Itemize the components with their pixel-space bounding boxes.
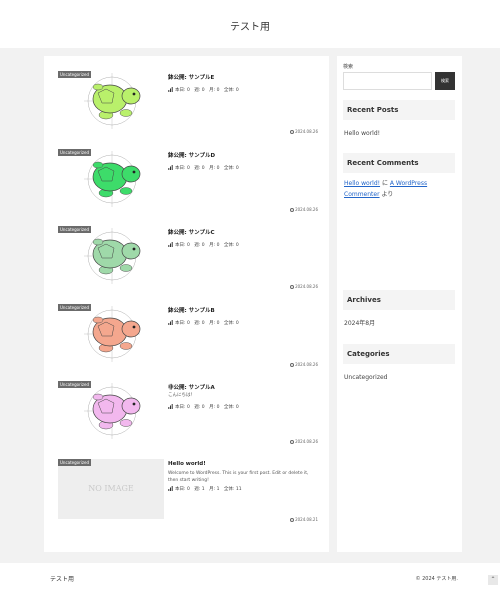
post-title[interactable]: 鉢公開: サンプルC: [168, 228, 215, 236]
post-date: 2024.08.26: [290, 439, 318, 444]
bar-chart-icon: [168, 87, 173, 92]
category-badge[interactable]: Uncategorized: [58, 226, 91, 233]
turtle-illustration: [84, 228, 141, 284]
post-title[interactable]: 鉢公開: サンプルE: [168, 73, 214, 81]
turtle-illustration: [84, 306, 141, 362]
post-date: 2024.08.26: [290, 129, 318, 134]
comment-suffix-text: より: [379, 191, 394, 198]
category-badge[interactable]: Uncategorized: [58, 459, 91, 466]
category-badge[interactable]: Uncategorized: [58, 381, 91, 388]
recent-comments-title: Recent Comments: [343, 153, 455, 173]
post-title[interactable]: Hello world!: [168, 461, 206, 467]
post-stats: 本日: 0 週: 0 月: 0 全体: 0: [168, 242, 239, 248]
recent-posts-title: Recent Posts: [343, 100, 455, 120]
post-card[interactable]: NO IMAGE Uncategorized Hello world! Welc…: [58, 459, 318, 533]
site-footer: テスト用 © 2024 テスト用. ⌃: [0, 563, 500, 591]
archive-link[interactable]: 2024年8月: [344, 318, 375, 329]
post-card[interactable]: Uncategorized 鉢公開: サンプルB 本日: 0 週: 0 月: 0…: [58, 304, 318, 378]
site-header: テスト用: [0, 0, 500, 48]
bar-chart-icon: [168, 242, 173, 247]
post-thumbnail[interactable]: Uncategorized: [58, 381, 164, 445]
chevron-up-icon: ⌃: [490, 576, 496, 583]
turtle-illustration: [84, 383, 141, 439]
clock-icon: [290, 439, 295, 444]
post-date-text: 2024.08.21: [295, 517, 318, 522]
post-date-text: 2024.08.26: [295, 362, 318, 367]
bar-chart-icon: [168, 404, 173, 409]
bar-chart-icon: [168, 320, 173, 325]
post-stats-text: 本日: 0 週: 0 月: 0 全体: 0: [175, 405, 239, 410]
post-stats: 本日: 0 週: 0 月: 0 全体: 0: [168, 165, 239, 171]
back-to-top-button[interactable]: ⌃: [488, 575, 498, 585]
post-date-text: 2024.08.26: [295, 439, 318, 444]
post-thumbnail[interactable]: Uncategorized: [58, 149, 164, 213]
post-title[interactable]: 鉢公開: サンプルB: [168, 306, 215, 314]
post-card[interactable]: Uncategorized 非公開: サンプルA こんにちは！ 本日: 0 週:…: [58, 381, 318, 455]
archives-title: Archives: [343, 290, 455, 310]
turtle-illustration: [84, 73, 141, 129]
post-date: 2024.08.21: [290, 517, 318, 522]
categories-title: Categories: [343, 344, 455, 364]
post-stats-text: 本日: 0 週: 0 月: 0 全体: 0: [175, 321, 239, 326]
category-link[interactable]: Uncategorized: [344, 372, 387, 383]
post-stats-text: 本日: 0 週: 0 月: 0 全体: 0: [175, 243, 239, 248]
post-date: 2024.08.26: [290, 207, 318, 212]
sidebar: 検索 検索 Recent Posts Hello world! Recent C…: [337, 56, 462, 552]
post-stats-text: 本日: 0 週: 0 月: 0 全体: 0: [175, 166, 239, 171]
clock-icon: [290, 362, 295, 367]
clock-icon: [290, 129, 295, 134]
post-thumbnail[interactable]: Uncategorized: [58, 226, 164, 290]
footer-title[interactable]: テスト用: [50, 574, 74, 583]
search-input[interactable]: [343, 72, 432, 90]
post-stats: 本日: 0 週: 0 月: 0 全体: 0: [168, 404, 239, 410]
no-image-placeholder: NO IMAGE: [58, 459, 164, 519]
recent-post-link[interactable]: Hello world!: [344, 128, 380, 139]
post-date: 2024.08.26: [290, 362, 318, 367]
post-list: Uncategorized 鉢公開: サンプルE 本日: 0 週: 0 月: 0…: [44, 56, 329, 552]
post-title[interactable]: 鉢公開: サンプルD: [168, 151, 215, 159]
post-card[interactable]: Uncategorized 鉢公開: サンプルE 本日: 0 週: 0 月: 0…: [58, 71, 318, 145]
post-stats: 本日: 0 週: 0 月: 0 全体: 0: [168, 87, 239, 93]
bar-chart-icon: [168, 165, 173, 170]
clock-icon: [290, 207, 295, 212]
search-label: 検索: [343, 64, 354, 70]
category-badge[interactable]: Uncategorized: [58, 149, 91, 156]
post-excerpt: Welcome to WordPress. This is your first…: [168, 471, 309, 483]
post-date-text: 2024.08.26: [295, 129, 318, 134]
turtle-illustration: [84, 151, 141, 207]
post-card[interactable]: Uncategorized 鉢公開: サンプルD 本日: 0 週: 0 月: 0…: [58, 149, 318, 223]
post-title[interactable]: 非公開: サンプルA: [168, 383, 215, 391]
post-stats-text: 本日: 0 週: 1 月: 1 全体: 11: [175, 487, 242, 492]
site-title[interactable]: テスト用: [0, 0, 500, 56]
post-thumbnail[interactable]: Uncategorized: [58, 71, 164, 135]
post-stats: 本日: 0 週: 0 月: 0 全体: 0: [168, 320, 239, 326]
recent-comment: Hello world! に A WordPress Commenter より: [344, 178, 456, 200]
post-date-text: 2024.08.26: [295, 284, 318, 289]
bar-chart-icon: [168, 486, 173, 491]
post-excerpt: こんにちは！: [168, 393, 195, 398]
category-badge[interactable]: Uncategorized: [58, 71, 91, 78]
post-thumbnail[interactable]: NO IMAGE Uncategorized: [58, 459, 164, 523]
post-stats: 本日: 0 週: 1 月: 1 全体: 11: [168, 486, 242, 492]
post-thumbnail[interactable]: Uncategorized: [58, 304, 164, 368]
clock-icon: [290, 517, 295, 522]
post-card[interactable]: Uncategorized 鉢公開: サンプルC 本日: 0 週: 0 月: 0…: [58, 226, 318, 300]
post-date-text: 2024.08.26: [295, 207, 318, 212]
post-date: 2024.08.26: [290, 284, 318, 289]
comment-post-link[interactable]: Hello world!: [344, 180, 380, 187]
post-stats-text: 本日: 0 週: 0 月: 0 全体: 0: [175, 88, 239, 93]
clock-icon: [290, 284, 295, 289]
footer-copyright: © 2024 テスト用.: [415, 576, 459, 582]
search-button[interactable]: 検索: [435, 72, 455, 90]
category-badge[interactable]: Uncategorized: [58, 304, 91, 311]
comment-mid-text: に: [380, 180, 390, 187]
